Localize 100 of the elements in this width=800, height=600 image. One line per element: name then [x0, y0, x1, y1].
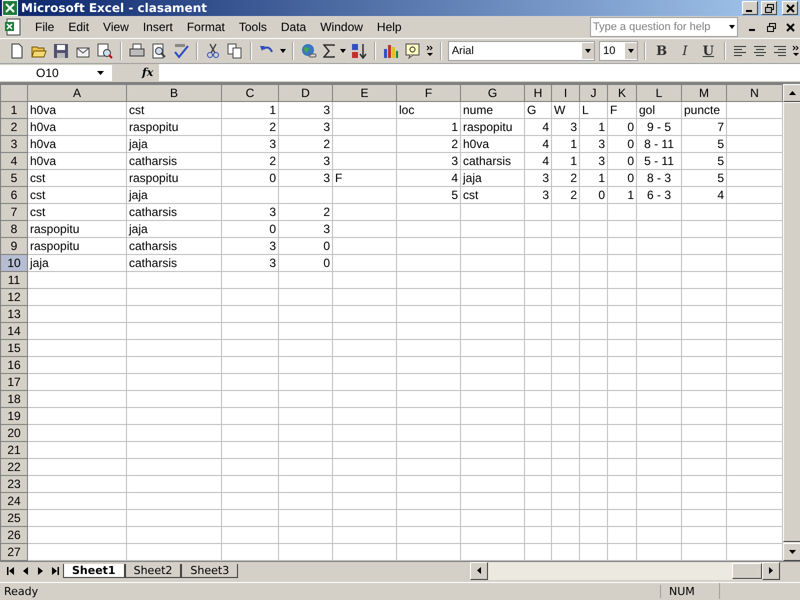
first-sheet-icon[interactable] [7, 566, 15, 575]
row-header[interactable]: 8 [0, 220, 28, 238]
column-header[interactable]: C [222, 84, 278, 102]
row-header[interactable]: 15 [0, 339, 28, 356]
next-sheet-icon[interactable] [37, 566, 43, 575]
column-header[interactable]: G [460, 84, 524, 102]
row-header[interactable]: 26 [0, 526, 28, 544]
table-cell-text: 8 - 3 [646, 170, 672, 186]
scroll-right-button[interactable] [762, 562, 780, 580]
dropdown-arrow-icon[interactable] [729, 25, 735, 30]
sheet-tab[interactable]: Sheet1 [63, 564, 125, 578]
close-button[interactable] [782, 1, 798, 16]
row-header[interactable]: 9 [0, 237, 28, 254]
font-size-dropdown[interactable]: 10 [599, 41, 638, 62]
printer-icon[interactable] [128, 43, 145, 60]
row-header[interactable]: 25 [0, 509, 28, 526]
sigma-icon[interactable] [322, 44, 335, 58]
row-header[interactable]: 3 [0, 135, 28, 152]
spelling-check-icon[interactable] [172, 43, 189, 60]
previous-sheet-icon[interactable] [23, 566, 29, 575]
row-header[interactable]: 17 [0, 373, 28, 390]
row-header[interactable]: 27 [0, 543, 28, 560]
menu-item[interactable]: Help [370, 18, 409, 36]
scroll-thumb[interactable] [732, 562, 762, 579]
menu-item[interactable]: View [96, 18, 136, 36]
horizontal-scrollbar[interactable] [470, 562, 780, 580]
scroll-left-button[interactable] [470, 562, 488, 580]
row-header[interactable]: 23 [0, 475, 28, 492]
column-header[interactable]: H [524, 84, 552, 102]
formula-input-field[interactable] [159, 64, 800, 82]
menu-item[interactable]: Edit [61, 18, 96, 36]
scroll-down-button[interactable] [783, 542, 800, 561]
row-header[interactable]: 6 [0, 186, 28, 204]
column-header[interactable]: B [126, 84, 222, 102]
row-header[interactable]: 13 [0, 305, 28, 322]
minimize-button[interactable] [742, 1, 758, 16]
underline-button[interactable]: U [698, 41, 718, 62]
column-header[interactable]: E [332, 84, 396, 102]
restore-button[interactable] [761, 1, 777, 16]
row-header[interactable]: 7 [0, 203, 28, 220]
menu-item[interactable]: Tools [232, 18, 274, 36]
sheet-tab[interactable]: Sheet2 [124, 564, 182, 578]
select-all-button[interactable] [0, 84, 28, 102]
dropdown-arrow-icon[interactable] [340, 49, 346, 54]
magnifier-page-icon[interactable] [97, 43, 113, 60]
column-header[interactable]: K [608, 84, 636, 102]
help-icon[interactable] [404, 43, 421, 60]
column-header[interactable]: J [580, 84, 608, 102]
insert-function-button[interactable]: fx [142, 66, 154, 80]
sheet-tab[interactable]: Sheet3 [181, 564, 238, 578]
row-header[interactable]: 2 [0, 118, 28, 136]
row-header[interactable]: 21 [0, 441, 28, 458]
row-header[interactable]: 20 [0, 424, 28, 442]
row-header[interactable]: 14 [0, 322, 28, 340]
row-header[interactable]: 24 [0, 492, 28, 510]
row-header[interactable]: 16 [0, 356, 28, 374]
italic-button[interactable]: I [675, 41, 695, 62]
row-header[interactable]: 18 [0, 390, 28, 408]
toolbar-options-icon[interactable] [792, 45, 800, 58]
name-box[interactable]: O10 [0, 64, 112, 81]
menu-item[interactable]: File [28, 18, 62, 36]
help-search-field[interactable]: Type a question for help [590, 17, 738, 38]
menu-item[interactable]: Data [274, 18, 314, 36]
row-header[interactable]: 19 [0, 407, 28, 424]
row-header[interactable]: 1 [0, 101, 28, 118]
scissors-icon[interactable] [204, 43, 221, 60]
toolbar-options-icon[interactable] [426, 45, 434, 58]
row-header[interactable]: 22 [0, 458, 28, 476]
menu-item[interactable]: Window [313, 18, 370, 36]
font-name-dropdown[interactable]: Arial [448, 41, 596, 62]
workbook-icon[interactable] [4, 18, 22, 36]
scroll-up-button[interactable] [783, 84, 800, 102]
align-left-icon[interactable] [733, 45, 747, 58]
copy-icon[interactable] [226, 43, 243, 60]
column-header[interactable]: L [636, 84, 682, 102]
column-header[interactable]: D [278, 84, 332, 102]
align-right-icon[interactable] [773, 45, 787, 58]
row-header[interactable]: 11 [0, 271, 28, 288]
globe-icon[interactable] [300, 43, 317, 60]
new-document-icon[interactable] [9, 43, 25, 60]
print-preview-icon[interactable] [150, 43, 167, 60]
last-sheet-icon[interactable] [51, 566, 59, 575]
bar-chart-icon[interactable] [382, 43, 399, 60]
dropdown-arrow-icon[interactable] [280, 49, 286, 54]
column-header[interactable]: F [396, 84, 460, 102]
column-header[interactable]: M [682, 84, 726, 102]
row-header[interactable]: 12 [0, 288, 28, 306]
column-header[interactable]: N [726, 84, 782, 102]
bold-button[interactable]: B [652, 41, 672, 62]
column-header[interactable]: A [28, 84, 126, 102]
sort-ascending-icon[interactable] [350, 43, 367, 60]
table-cell-text: 5 - 11 [643, 153, 675, 168]
menu-item[interactable]: Format [180, 18, 232, 36]
column-header[interactable]: I [552, 84, 580, 102]
row-header[interactable]: 4 [0, 152, 28, 170]
close-icon[interactable] [786, 22, 795, 32]
menu-item[interactable]: Insert [136, 18, 180, 36]
row-header[interactable]: 5 [0, 169, 28, 186]
align-center-icon[interactable] [753, 45, 767, 58]
row-header[interactable]: 10 [0, 254, 28, 272]
